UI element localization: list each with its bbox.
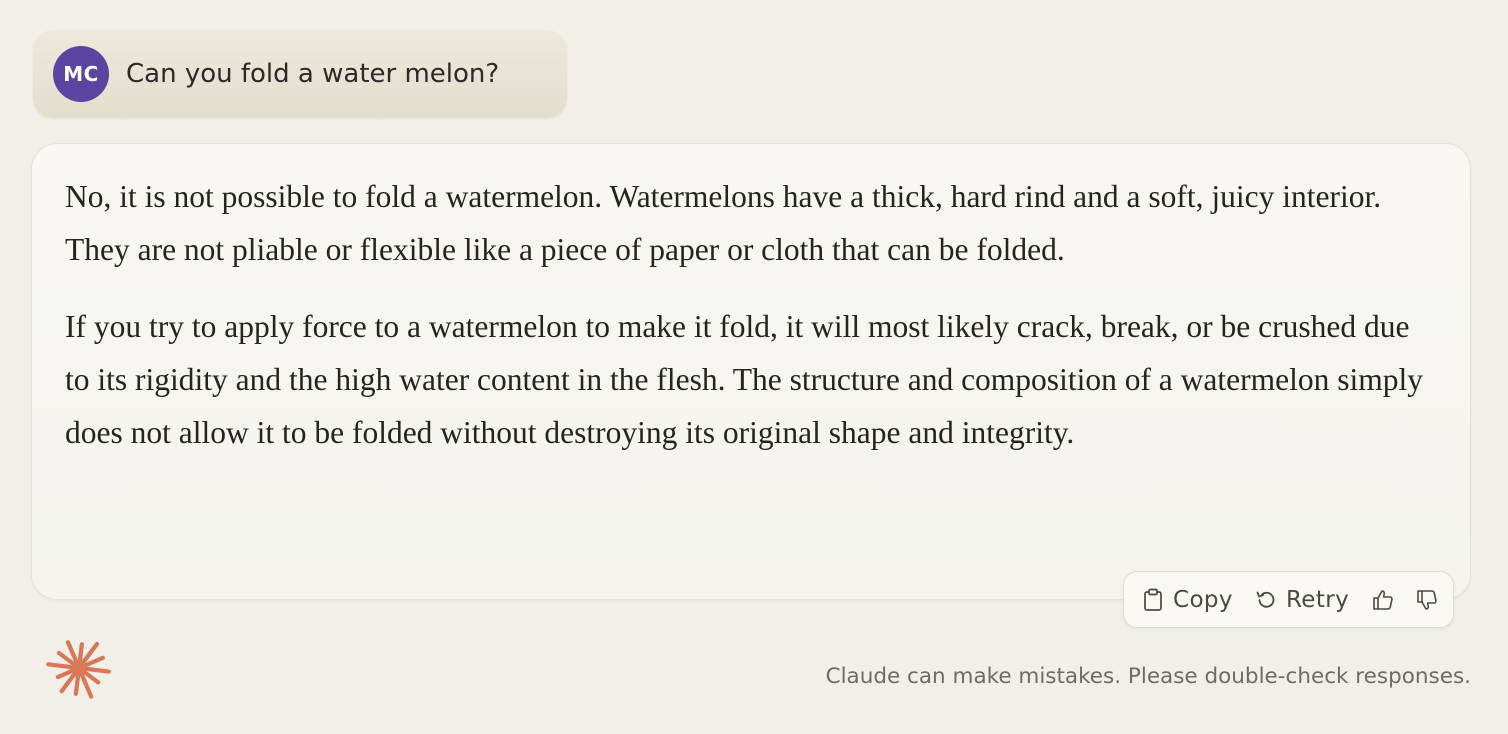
- assistant-paragraph: No, it is not possible to fold a waterme…: [65, 179, 1382, 267]
- assistant-paragraph: If you try to apply force to a watermelo…: [65, 309, 1423, 450]
- user-message-text: Can you fold a water melon?: [126, 59, 500, 89]
- message-actions: Copy Retry: [1123, 571, 1454, 628]
- thumbs-up-icon: [1371, 588, 1395, 612]
- thumbs-up-button[interactable]: [1371, 588, 1395, 612]
- disclaimer-text: Claude can make mistakes. Please double-…: [825, 664, 1471, 689]
- user-avatar[interactable]: MC: [53, 46, 109, 102]
- copy-label: Copy: [1173, 586, 1233, 613]
- thumbs-down-icon: [1415, 588, 1439, 612]
- assistant-message: No, it is not possible to fold a waterme…: [31, 143, 1471, 600]
- claude-starburst-icon: [46, 635, 112, 701]
- thumbs-down-button[interactable]: [1415, 588, 1439, 612]
- retry-button[interactable]: Retry: [1255, 587, 1349, 613]
- copy-button[interactable]: Copy: [1142, 587, 1233, 613]
- clipboard-icon: [1142, 588, 1164, 612]
- user-message: MC Can you fold a water melon?: [33, 30, 567, 118]
- retry-icon: [1255, 589, 1277, 611]
- retry-label: Retry: [1285, 586, 1350, 613]
